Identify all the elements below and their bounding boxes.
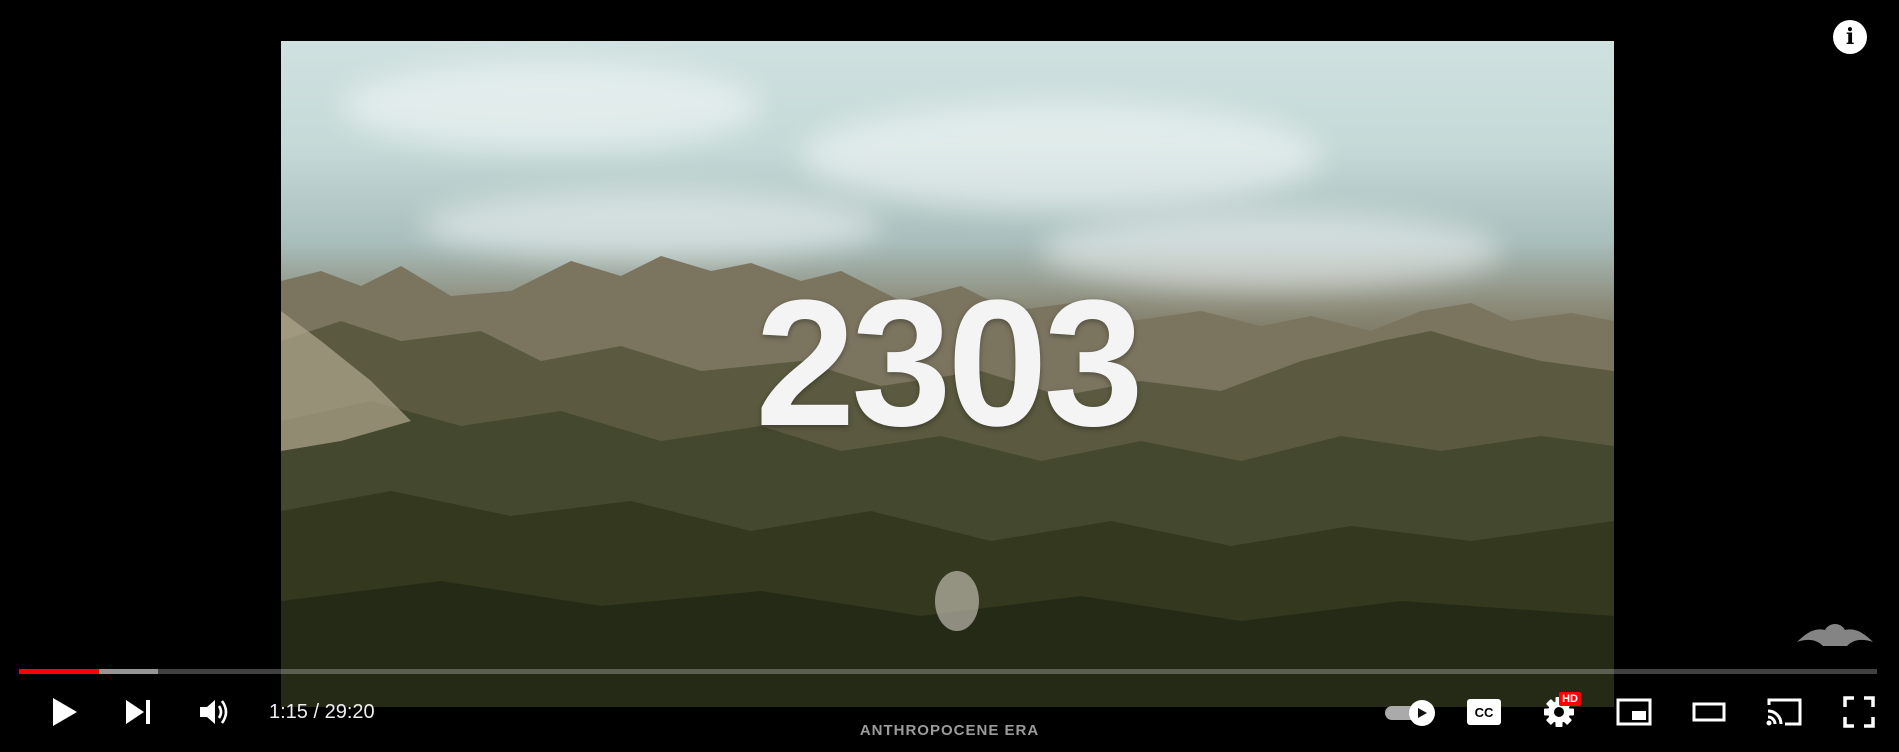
progress-bar[interactable]: [19, 669, 1877, 674]
video-overlay-year: 2303: [755, 263, 1143, 464]
hd-badge: HD: [1559, 692, 1581, 706]
autoplay-toggle-icon: [1385, 700, 1435, 726]
theater-mode-icon: [1692, 702, 1726, 722]
time-display: 1:15 / 29:20: [269, 700, 375, 723]
channel-watermark-icon[interactable]: [1795, 616, 1875, 652]
info-button[interactable]: i: [1833, 20, 1867, 54]
autoplay-play-icon: [1418, 708, 1427, 718]
video-player[interactable]: 2303 i 1:15 / 29:20 CC HD ANTHROPOCENE E…: [0, 0, 1899, 752]
progress-played: [19, 669, 99, 674]
captions-label: CC: [1475, 705, 1494, 720]
chapter-title: ANTHROPOCENE ERA: [859, 722, 1040, 739]
info-icon: i: [1845, 24, 1855, 50]
